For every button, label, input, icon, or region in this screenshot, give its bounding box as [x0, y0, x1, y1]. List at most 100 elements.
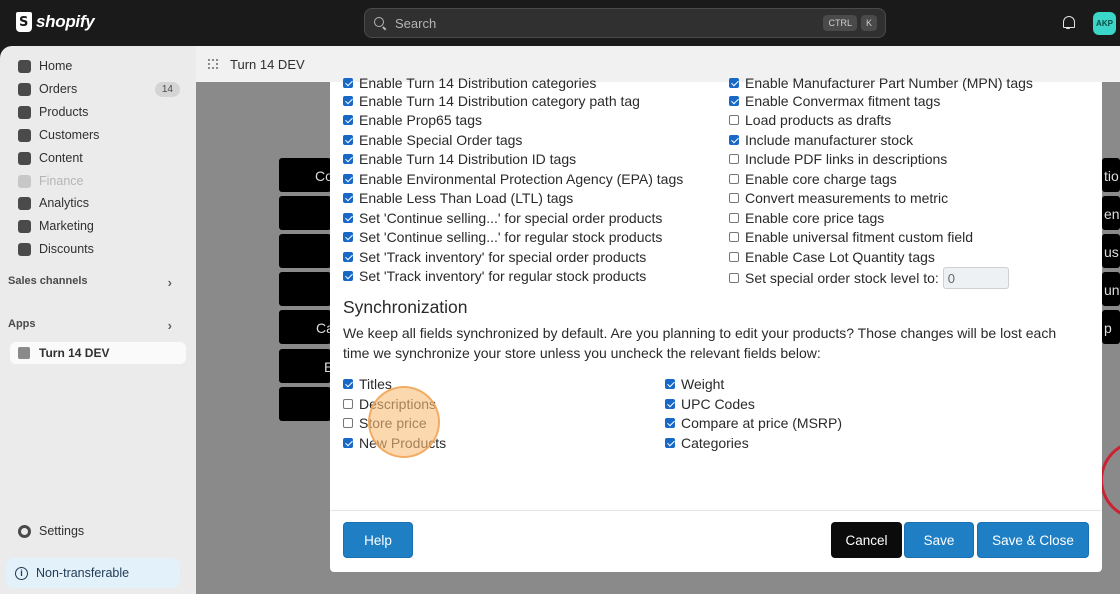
non-transferable-banner[interactable]: i Non-transferable — [6, 558, 180, 588]
option-universal-fitment[interactable]: Enable universal fitment custom field — [729, 229, 973, 245]
sync-msrp[interactable]: Compare at price (MSRP) — [665, 415, 842, 431]
special-stock-input[interactable] — [942, 267, 1009, 289]
option-drafts[interactable]: Load products as drafts — [729, 112, 891, 128]
sales-channels-header[interactable]: Sales channels › — [8, 275, 184, 290]
sidebar-item-settings[interactable]: Settings — [10, 520, 186, 542]
option-pdf-links[interactable]: Include PDF links in descriptions — [729, 151, 947, 167]
sync-store-price[interactable]: Store price — [343, 415, 427, 431]
option-convermax[interactable]: Enable Convermax fitment tags — [729, 93, 940, 109]
sidebar-item-label: Discounts — [39, 242, 94, 256]
checkbox[interactable] — [729, 154, 739, 164]
checkbox[interactable] — [343, 135, 353, 145]
checkbox[interactable] — [729, 252, 739, 262]
checkbox[interactable] — [343, 379, 353, 389]
option-t14-id-tags[interactable]: Enable Turn 14 Distribution ID tags — [343, 151, 576, 167]
sidebar-item-content[interactable]: Content — [10, 147, 186, 169]
checkbox[interactable] — [729, 232, 739, 242]
checkbox[interactable] — [665, 438, 675, 448]
sync-weight[interactable]: Weight — [665, 376, 724, 392]
checkbox[interactable] — [665, 399, 675, 409]
option-special-stock-level[interactable]: Set special order stock level to: — [729, 267, 1009, 289]
sync-titles[interactable]: Titles — [343, 376, 392, 392]
option-metric[interactable]: Convert measurements to metric — [729, 190, 948, 206]
option-label: Descriptions — [359, 396, 437, 412]
background-button-label: Co — [315, 168, 331, 184]
checkbox[interactable] — [343, 78, 353, 88]
option-ltl-tags[interactable]: Enable Less Than Load (LTL) tags — [343, 190, 573, 206]
option-epa-tags[interactable]: Enable Environmental Protection Agency (… — [343, 171, 683, 187]
avatar[interactable]: AKP — [1093, 12, 1116, 35]
save-button[interactable]: Save — [904, 522, 974, 558]
checkbox[interactable] — [343, 213, 353, 223]
checkbox[interactable] — [729, 193, 739, 203]
checkbox[interactable] — [343, 438, 353, 448]
checkbox[interactable] — [729, 135, 739, 145]
background-button — [279, 234, 331, 268]
app-icon — [18, 347, 30, 359]
option-prop65[interactable]: Enable Prop65 tags — [343, 112, 482, 128]
background-button-label: unt — [1104, 282, 1120, 298]
option-label: Enable Turn 14 Distribution categories — [359, 75, 597, 91]
checkbox[interactable] — [343, 193, 353, 203]
sidebar-item-customers[interactable]: Customers — [10, 124, 186, 146]
shopify-logo[interactable]: shopify — [16, 12, 95, 32]
sync-upc[interactable]: UPC Codes — [665, 396, 755, 412]
cancel-button[interactable]: Cancel — [831, 522, 902, 558]
sidebar-item-finance[interactable]: Finance — [10, 170, 186, 192]
option-continue-special[interactable]: Set 'Continue selling...' for special or… — [343, 210, 662, 226]
sync-descriptions[interactable]: Descriptions — [343, 396, 436, 412]
checkbox[interactable] — [343, 252, 353, 262]
option-special-order-tags[interactable]: Enable Special Order tags — [343, 132, 522, 148]
sidebar-item-home[interactable]: Home — [10, 55, 186, 77]
sync-new-products[interactable]: New Products — [343, 435, 446, 451]
apps-header[interactable]: Apps › — [8, 318, 184, 333]
sidebar-item-turn14-dev[interactable]: Turn 14 DEV — [10, 342, 186, 364]
checkbox[interactable] — [343, 174, 353, 184]
checkbox[interactable] — [729, 115, 739, 125]
checkbox[interactable] — [729, 213, 739, 223]
checkbox[interactable] — [729, 174, 739, 184]
option-track-regular[interactable]: Set 'Track inventory' for regular stock … — [343, 268, 646, 284]
checkbox[interactable] — [343, 271, 353, 281]
help-button[interactable]: Help — [343, 522, 413, 558]
option-label: Include manufacturer stock — [745, 132, 914, 148]
sidebar-item-products[interactable]: Products — [10, 101, 186, 123]
top-bar: shopify Search CTRL K AKP — [0, 0, 1120, 46]
option-manufacturer-stock[interactable]: Include manufacturer stock — [729, 132, 913, 148]
checkbox[interactable] — [343, 232, 353, 242]
save-close-button[interactable]: Save & Close — [977, 522, 1089, 558]
checkbox[interactable] — [665, 379, 675, 389]
sidebar-item-discounts[interactable]: Discounts — [10, 238, 186, 260]
checkbox[interactable] — [343, 154, 353, 164]
option-t14-categories[interactable]: Enable Turn 14 Distribution categories — [343, 75, 596, 91]
chevron-right-icon: › — [167, 275, 172, 290]
sync-categories[interactable]: Categories — [665, 435, 749, 451]
section-label: Apps — [8, 318, 36, 330]
checkbox[interactable] — [729, 78, 739, 88]
app-item-label: Turn 14 DEV — [39, 346, 110, 360]
option-track-special[interactable]: Set 'Track inventory' for special order … — [343, 249, 646, 265]
checkbox[interactable] — [343, 418, 353, 428]
option-core-price[interactable]: Enable core price tags — [729, 210, 884, 226]
checkbox[interactable] — [665, 418, 675, 428]
option-mpn-tags[interactable]: Enable Manufacturer Part Number (MPN) ta… — [729, 75, 1033, 91]
sidebar-item-orders[interactable]: Orders 14 — [10, 78, 186, 100]
checkbox[interactable] — [343, 115, 353, 125]
checkbox[interactable] — [729, 96, 739, 106]
checkbox[interactable] — [343, 96, 353, 106]
option-core-charge[interactable]: Enable core charge tags — [729, 171, 897, 187]
tag-icon — [18, 105, 31, 119]
gear-icon — [18, 524, 31, 538]
checkbox[interactable] — [343, 399, 353, 409]
search-bar[interactable]: Search CTRL K — [364, 8, 886, 38]
target-icon — [18, 219, 31, 233]
option-t14-category-path[interactable]: Enable Turn 14 Distribution category pat… — [343, 93, 640, 109]
bell-icon[interactable] — [1061, 15, 1075, 29]
checkbox[interactable] — [729, 273, 739, 283]
option-label: Set special order stock level to: — [745, 270, 939, 286]
option-continue-regular[interactable]: Set 'Continue selling...' for regular st… — [343, 229, 662, 245]
sidebar-item-marketing[interactable]: Marketing — [10, 215, 186, 237]
info-icon: i — [15, 566, 28, 580]
sidebar-item-analytics[interactable]: Analytics — [10, 192, 186, 214]
option-case-lot[interactable]: Enable Case Lot Quantity tags — [729, 249, 935, 265]
